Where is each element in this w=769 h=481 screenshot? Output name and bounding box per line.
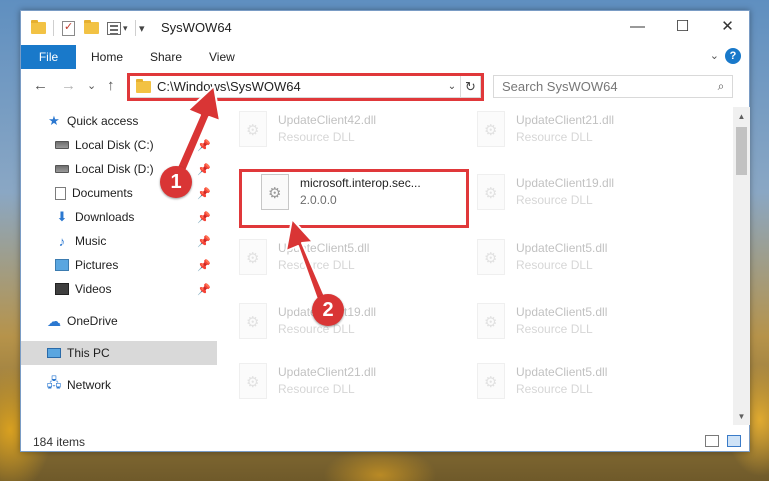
- annotation-arrows: [167, 85, 327, 303]
- callout-step-1: 1: [160, 166, 192, 198]
- callout-step-2: 2: [312, 294, 344, 326]
- arrow-2-shape: [285, 218, 327, 303]
